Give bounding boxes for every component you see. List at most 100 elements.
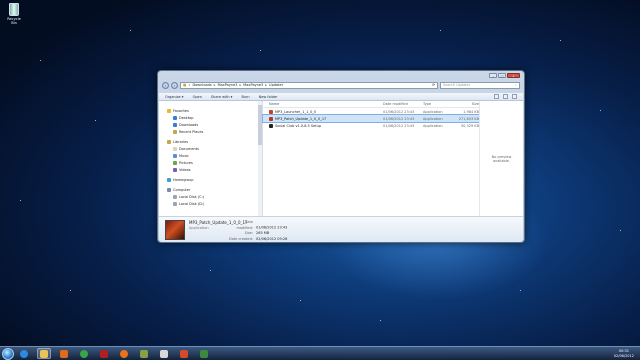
taskbar-chrome-button[interactable] xyxy=(77,348,91,359)
nav-desktop[interactable]: Desktop xyxy=(159,114,262,121)
nav-downloads[interactable]: Downloads xyxy=(159,121,262,128)
game-cover-thumbnail xyxy=(165,220,185,240)
column-date-modified[interactable]: Date modified xyxy=(383,102,423,106)
preview-pane-icon[interactable] xyxy=(503,94,508,99)
content-area: Favorites Desktop Downloads Recent Place… xyxy=(159,101,523,216)
file-type-cell: Application xyxy=(423,109,443,114)
share-with-button[interactable]: Share with ▾ xyxy=(211,95,233,99)
nav-recent-places[interactable]: Recent Places xyxy=(159,128,262,135)
libraries-icon xyxy=(167,139,171,144)
file-date-cell: 01/06/2012 23:43 xyxy=(383,116,415,121)
refresh-icon[interactable]: ⟳ xyxy=(432,83,435,87)
computer-icon xyxy=(167,187,171,192)
breadcrumb-maxpayne3-sub[interactable]: MaxPayne3 xyxy=(243,83,263,87)
details-size: 265 MB xyxy=(256,231,270,235)
taskbar-internet-explorer-button[interactable] xyxy=(17,348,31,359)
nav-videos[interactable]: Videos xyxy=(159,166,262,173)
recycle-bin-shortcut[interactable]: Recycle Bin xyxy=(4,3,24,25)
application-icon xyxy=(269,123,273,128)
nav-music[interactable]: Music xyxy=(159,152,262,159)
forward-button[interactable]: › xyxy=(171,81,178,89)
close-button[interactable]: x xyxy=(507,73,520,78)
nav-favorites[interactable]: Favorites xyxy=(159,107,262,114)
column-headers: Name Date modified Type Size xyxy=(263,101,479,108)
address-bar[interactable]: ■ » Downloads ▸ MaxPayne3 ▸ MaxPayne3 ▸ … xyxy=(180,81,438,89)
taskbar-document-button[interactable] xyxy=(157,348,171,359)
caption-buttons: – □ x xyxy=(489,73,520,78)
firefox-icon xyxy=(120,349,128,358)
taskbar-archive-button[interactable] xyxy=(137,348,151,359)
nav-local-disk-c[interactable]: Local Disk (C:) xyxy=(159,193,262,200)
documents-icon xyxy=(173,146,177,151)
clock-date: 02/06/2012 xyxy=(613,353,634,358)
search-input[interactable]: Search Updater ⌕ xyxy=(440,81,520,89)
taskbar-explorer-folder-button[interactable] xyxy=(37,348,51,359)
browser-icon xyxy=(180,349,188,358)
nav-homegroup[interactable]: Homegroup xyxy=(159,176,262,183)
nav-local-disk-d[interactable]: Local Disk (D:) xyxy=(159,200,262,207)
start-button[interactable] xyxy=(2,347,14,360)
pictures-icon xyxy=(173,160,177,165)
nav-libraries[interactable]: Libraries xyxy=(159,138,262,145)
cmd-icon xyxy=(200,349,208,358)
taskbar-game-button[interactable] xyxy=(97,348,111,359)
file-type-cell: Application xyxy=(423,116,443,121)
desktop-icon xyxy=(173,115,177,120)
chrome-icon xyxy=(80,349,88,358)
downloads-icon xyxy=(173,122,177,127)
system-clock[interactable]: 00:31 02/06/2012 xyxy=(614,349,634,358)
drive-icon xyxy=(173,201,177,206)
taskbar-firefox-button[interactable] xyxy=(117,348,131,359)
nav-scrollbar[interactable] xyxy=(258,101,262,216)
details-pane: MP3_Patch_Update_1_0_0_17 Application Da… xyxy=(159,216,523,242)
file-row[interactable]: Social Club v1.0.8.5 Setup 01/06/2012 23:… xyxy=(263,122,479,129)
nav-pictures[interactable]: Pictures xyxy=(159,159,262,166)
internet-explorer-icon xyxy=(20,349,28,358)
breadcrumb-updater[interactable]: Updater xyxy=(269,83,283,87)
file-list: Name Date modified Type Size MP3_Launche… xyxy=(262,101,480,216)
music-icon xyxy=(173,153,177,158)
videos-icon xyxy=(173,167,177,172)
media-player-icon xyxy=(60,349,68,358)
file-row[interactable]: MP3_Patch_Update_1_0_0_17 01/06/2012 23:4… xyxy=(262,114,480,123)
column-size[interactable]: Size xyxy=(455,102,479,106)
file-date-cell: 01/06/2012 23:43 xyxy=(383,109,415,114)
column-type[interactable]: Type xyxy=(423,102,455,106)
maximize-button[interactable]: □ xyxy=(498,73,506,78)
drive-icon xyxy=(173,194,177,199)
application-icon xyxy=(269,116,273,121)
nav-documents[interactable]: Documents xyxy=(159,145,262,152)
minimize-button[interactable]: – xyxy=(489,73,497,78)
new-folder-button[interactable]: New folder xyxy=(259,95,278,99)
breadcrumb-downloads[interactable]: Downloads xyxy=(192,83,211,87)
back-button[interactable]: ‹ xyxy=(162,81,169,89)
command-bar: Organize ▾ Open Share with ▾ Burn New fo… xyxy=(159,92,523,101)
details-date-modified: 01/06/2012 23:43 xyxy=(256,225,288,230)
taskbar-browser-button[interactable] xyxy=(177,348,191,359)
recycle-bin-icon xyxy=(9,3,19,16)
application-icon xyxy=(269,109,273,114)
no-preview-text: No preview available. xyxy=(491,154,512,163)
search-placeholder: Search Updater xyxy=(443,83,471,87)
explorer-window: – □ x ‹ › ■ » Downloads ▸ MaxPayne3 ▸ Ma… xyxy=(157,70,525,243)
help-icon[interactable] xyxy=(512,94,517,99)
burn-button[interactable]: Burn xyxy=(241,95,249,99)
star-icon xyxy=(167,108,171,113)
navigation-pane: Favorites Desktop Downloads Recent Place… xyxy=(159,101,263,216)
file-size-cell: 271,603 KB xyxy=(458,116,479,121)
taskbar: 00:31 02/06/2012 xyxy=(0,346,640,360)
explorer-folder-icon xyxy=(40,349,48,358)
breadcrumb-maxpayne3[interactable]: MaxPayne3 xyxy=(217,83,237,87)
file-row[interactable]: MP3_Launcher_1_1_0_0 01/06/2012 23:43 Appl… xyxy=(263,108,479,115)
nav-computer[interactable]: Computer xyxy=(159,186,262,193)
organize-button[interactable]: Organize ▾ xyxy=(165,95,184,99)
open-button[interactable]: Open xyxy=(193,95,202,99)
taskbar-media-player-button[interactable] xyxy=(57,348,71,359)
file-name-cell: Social Club v1.0.8.5 Setup xyxy=(263,123,383,128)
folder-icon: ■ xyxy=(183,83,187,87)
details-date-created: 02/06/2012 09:28 xyxy=(256,236,288,241)
column-name[interactable]: Name xyxy=(263,102,383,106)
view-options-icon[interactable] xyxy=(494,94,499,99)
taskbar-cmd-button[interactable] xyxy=(197,348,211,359)
preview-pane: No preview available. xyxy=(479,101,523,216)
